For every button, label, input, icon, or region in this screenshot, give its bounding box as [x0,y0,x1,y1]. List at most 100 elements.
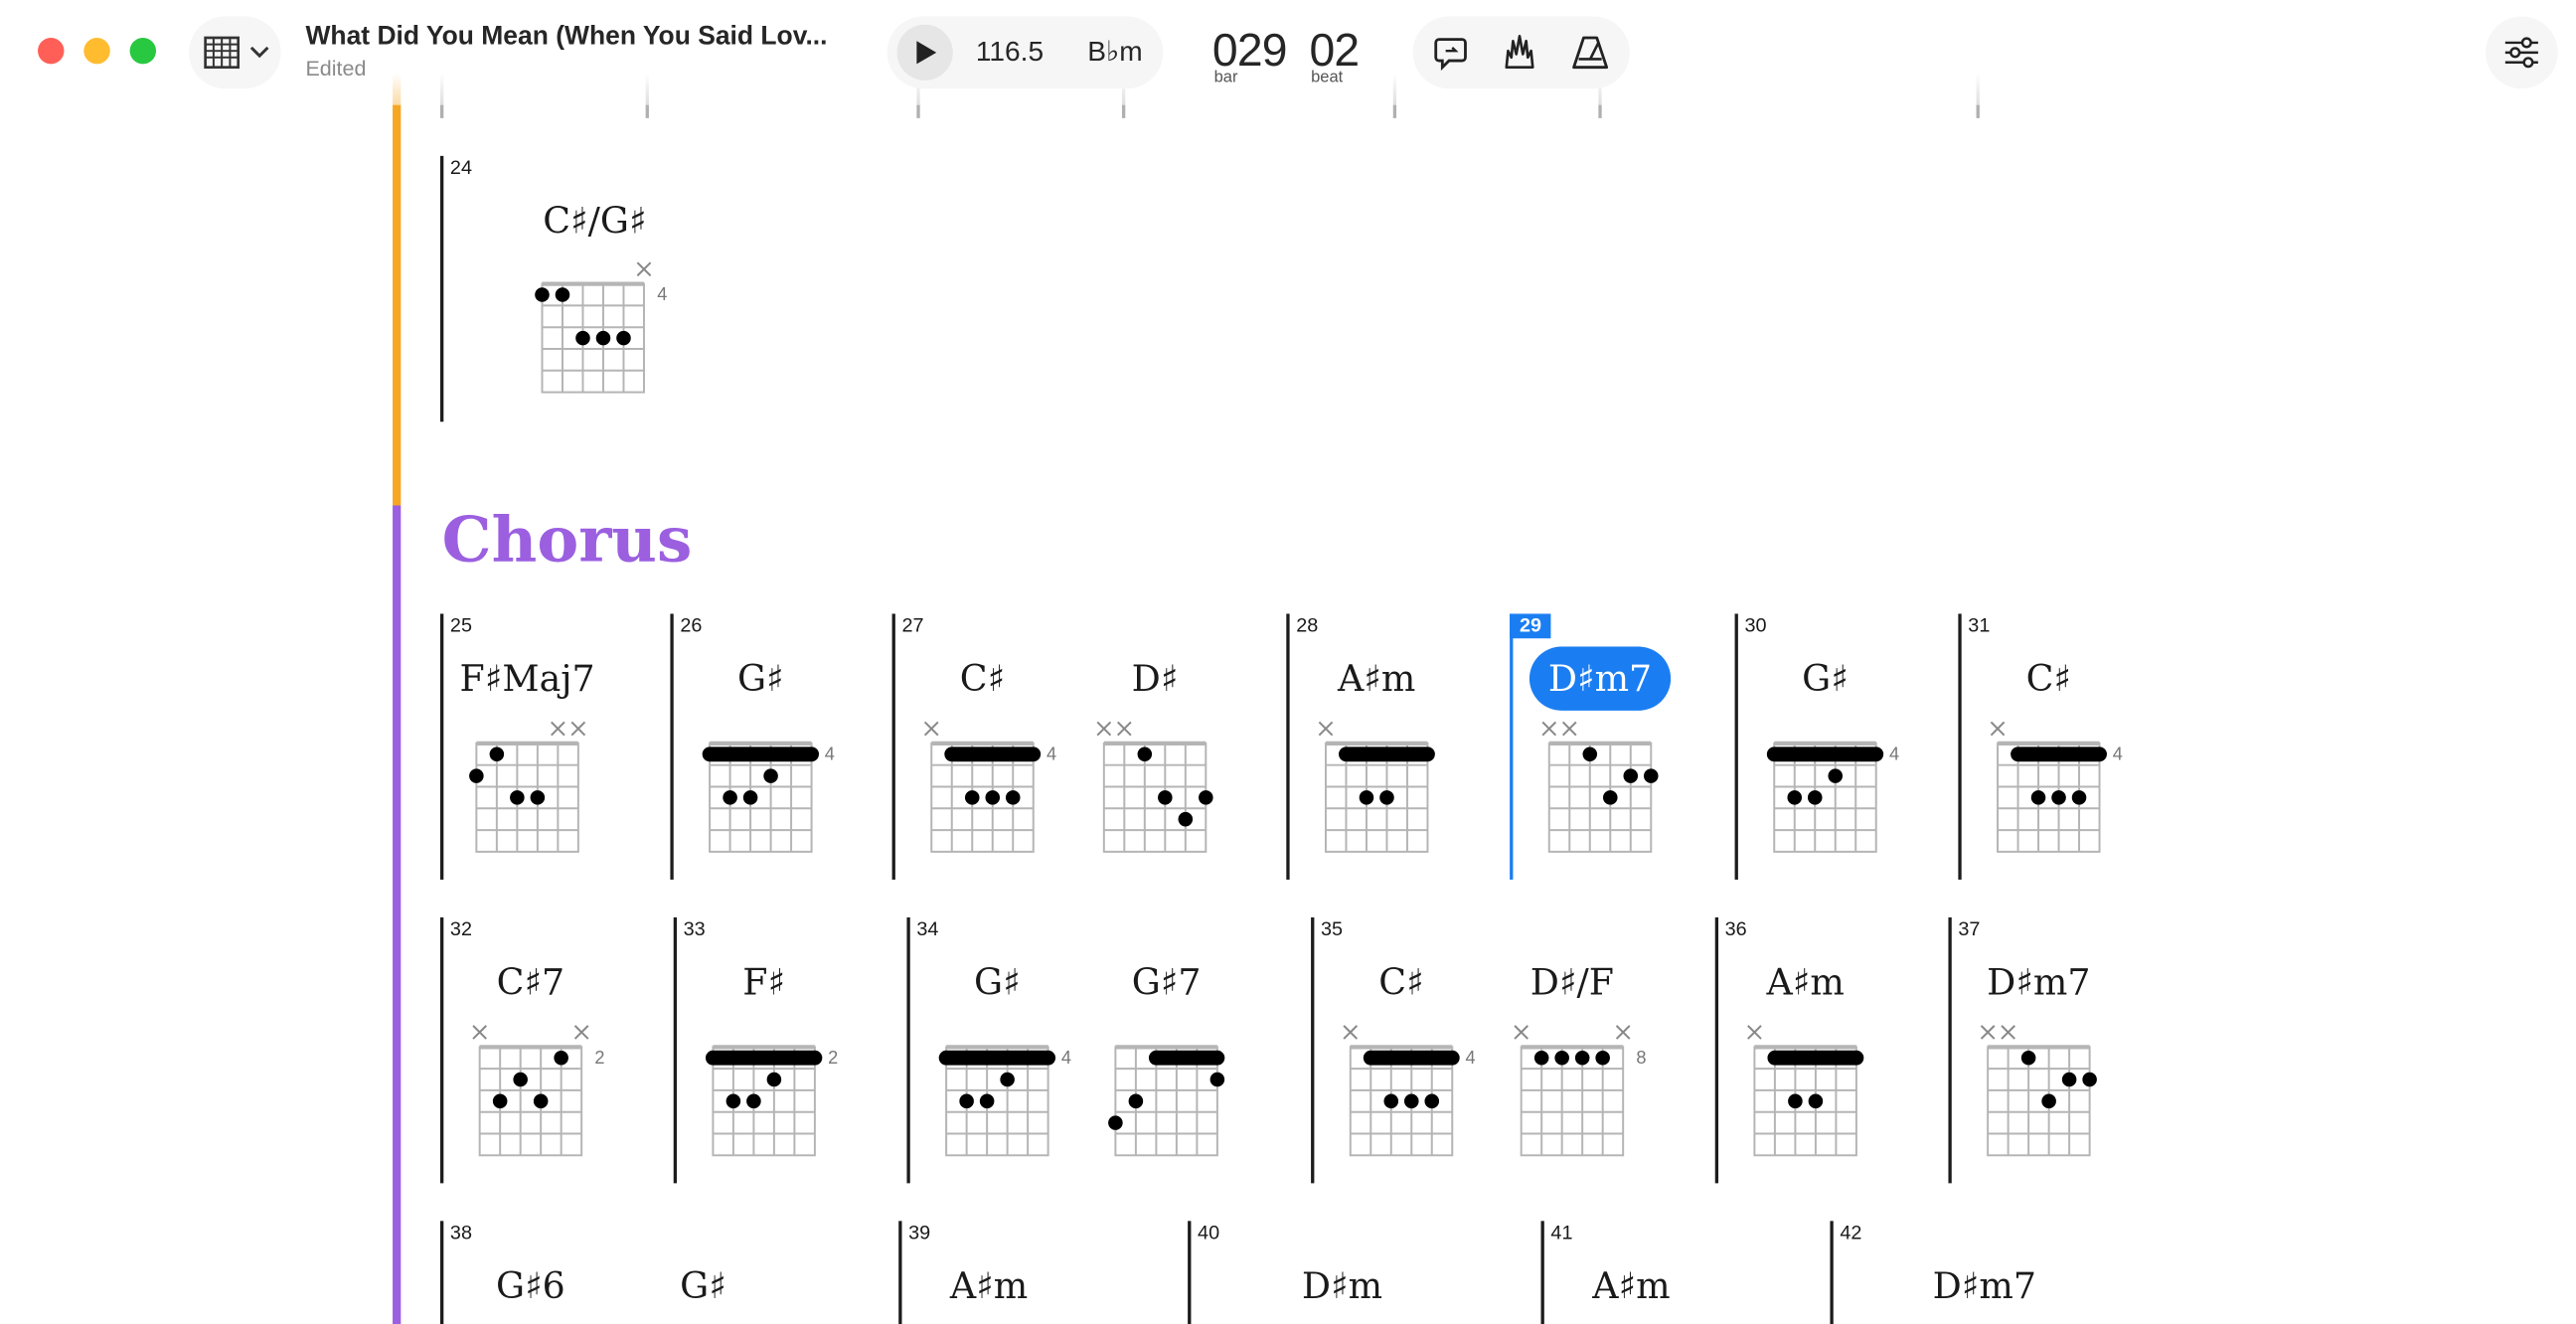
chord-name-29-1[interactable]: D♯m7 [1548,660,1652,701]
chord-diagram-25-1-muted-string [570,721,586,737]
chord-diagram-32-1-finger-dot [533,1093,549,1109]
chord-diagram-25-1-finger-dot [510,790,525,805]
key-value[interactable]: B♭m [1087,36,1142,69]
crowd-hands-icon[interactable] [1502,33,1537,73]
chord-diagram-27-1-fret-label: 4 [1046,744,1056,763]
measure-29-barline [1510,613,1513,880]
chord-diagram-26-1-finger-dot [742,790,758,805]
bar-number-28[interactable]: 28 [1296,613,1318,636]
chord-diagram-30-1-finger-dot [1828,768,1844,783]
chord-diagram-33-1-finger-dot [766,1072,782,1087]
bar-number-42[interactable]: 42 [1840,1221,1861,1243]
chord-name-38-1[interactable]: G♯6 [496,1267,565,1308]
bar-number-41[interactable]: 41 [1550,1221,1572,1243]
chord-diagram-35-2-finger-dot [1595,1050,1610,1066]
bar-number-32[interactable]: 32 [450,917,472,940]
chord-diagram-33-1[interactable]: 2 [700,1018,848,1166]
bar-number-31[interactable]: 31 [1968,613,1990,636]
bar-number-36[interactable]: 36 [1725,917,1747,940]
chord-name-27-2[interactable]: D♯ [1132,660,1179,701]
chord-diagram-24-1-finger-dot [616,330,631,346]
bar-number-26[interactable]: 26 [680,613,702,636]
chord-diagram-27-1[interactable]: 4 [918,714,1066,862]
measure-31-barline [1958,613,1961,880]
chord-diagram-30-1[interactable]: 4 [1761,714,1909,862]
chord-name-42-1[interactable]: D♯m7 [1933,1267,2036,1308]
chord-name-35-2[interactable]: D♯/F [1530,963,1614,1004]
chord-diagram-27-2[interactable] [1091,714,1239,862]
chord-name-25-1[interactable]: F♯Maj7 [460,660,595,701]
chord-name-39-1[interactable]: A♯m [950,1267,1028,1308]
chord-name-35-1[interactable]: C♯ [1378,963,1423,1004]
bar-number-33[interactable]: 33 [684,917,706,940]
chord-name-27-1[interactable]: C♯ [960,660,1005,701]
play-button[interactable] [896,24,953,81]
chord-diagram-29-1[interactable] [1536,714,1685,862]
chord-diagram-37-1[interactable] [1975,1018,2123,1166]
chord-diagram-36-1-finger-dot [1808,1093,1824,1109]
transport-pill: 116.5 B♭m [886,16,1164,89]
chord-name-41-1[interactable]: A♯m [1592,1267,1670,1308]
chord-name-34-2[interactable]: G♯7 [1132,963,1202,1004]
chord-diagram-25-1-finger-dot [469,768,484,783]
tempo-value[interactable]: 116.5 [976,36,1044,69]
app-window: What Did You Mean (When You Said Lov... … [0,0,2576,1324]
chord-diagram-34-1[interactable]: 4 [933,1018,1081,1166]
chord-name-40-1[interactable]: D♯m [1302,1267,1382,1308]
bar-number-39[interactable]: 39 [908,1221,930,1243]
bar-number-25[interactable]: 25 [450,613,472,636]
chord-diagram-33-1-finger-dot [725,1093,741,1109]
view-mode-button[interactable] [189,16,281,89]
chord-diagram-34-2[interactable] [1102,1018,1250,1166]
chord-name-30-1[interactable]: G♯ [1802,660,1849,701]
chord-name-34-1[interactable]: G♯ [974,963,1021,1004]
bar-number-40[interactable]: 40 [1198,1221,1219,1243]
close-window-button[interactable] [38,37,65,65]
chord-diagram-35-2[interactable]: 8 [1508,1018,1656,1166]
chord-diagram-26-1[interactable]: 4 [697,714,845,862]
chord-name-36-1[interactable]: A♯m [1766,963,1844,1004]
chord-diagram-26-1-finger-dot [763,768,778,783]
chord-name-31-1[interactable]: C♯ [2026,660,2071,701]
minimize-window-button[interactable] [83,37,110,65]
chord-diagram-35-1[interactable]: 4 [1338,1018,1486,1166]
chord-diagram-34-1-finger-dot [979,1093,995,1109]
chord-name-38-2[interactable]: G♯ [680,1267,726,1308]
mixer-settings-button[interactable] [2485,16,2558,89]
chord-diagram-36-1[interactable] [1741,1018,1889,1166]
chord-name-33-1[interactable]: F♯ [742,963,785,1004]
bar-number-29[interactable]: 29 [1510,613,1552,639]
chord-diagram-29-1-muted-string [1541,721,1557,737]
bar-number-30[interactable]: 30 [1744,613,1766,636]
bar-number-34[interactable]: 34 [916,917,938,940]
chord-name-26-1[interactable]: G♯ [737,660,784,701]
chord-diagram-34-1-finger-dot [959,1093,974,1109]
measure-42-barline [1830,1221,1833,1324]
chord-diagram-37-1-finger-dot [2082,1072,2097,1087]
chord-name-32-1[interactable]: C♯7 [497,963,565,1004]
chord-diagram-32-1-muted-string [472,1025,487,1040]
bar-number-38[interactable]: 38 [450,1221,472,1243]
lyrics-loop-icon[interactable] [1432,35,1468,71]
zoom-window-button[interactable] [129,37,157,65]
chevron-down-icon [249,46,269,59]
chord-diagram-29-1-finger-dot [1582,746,1598,762]
chord-diagram-28-1-finger-dot [1379,790,1394,805]
chord-name-37-1[interactable]: D♯m7 [1987,963,2090,1004]
bar-number-37[interactable]: 37 [1958,917,1980,940]
bar-number-35[interactable]: 35 [1321,917,1343,940]
chord-diagram-27-2-finger-dot [1158,790,1173,805]
metronome-icon[interactable] [1570,33,1610,73]
chord-diagram-24-1[interactable]: 4 [529,254,677,403]
chord-diagram-31-1-finger-dot [2030,790,2046,805]
chord-diagram-32-1[interactable]: 2 [466,1018,614,1166]
chord-diagram-35-2-finger-dot [1574,1050,1590,1066]
chord-diagram-31-1[interactable]: 4 [1985,714,2133,862]
chord-name-24-1[interactable]: C♯/G♯ [543,202,646,243]
section-title-chorus[interactable]: Chorus [442,502,693,576]
chord-name-28-1[interactable]: A♯m [1338,660,1415,701]
bar-number-27[interactable]: 27 [901,613,923,636]
song-title: What Did You Mean (When You Said Lov... [305,23,828,52]
chord-diagram-28-1[interactable] [1313,714,1461,862]
chord-diagram-25-1[interactable] [463,714,611,862]
